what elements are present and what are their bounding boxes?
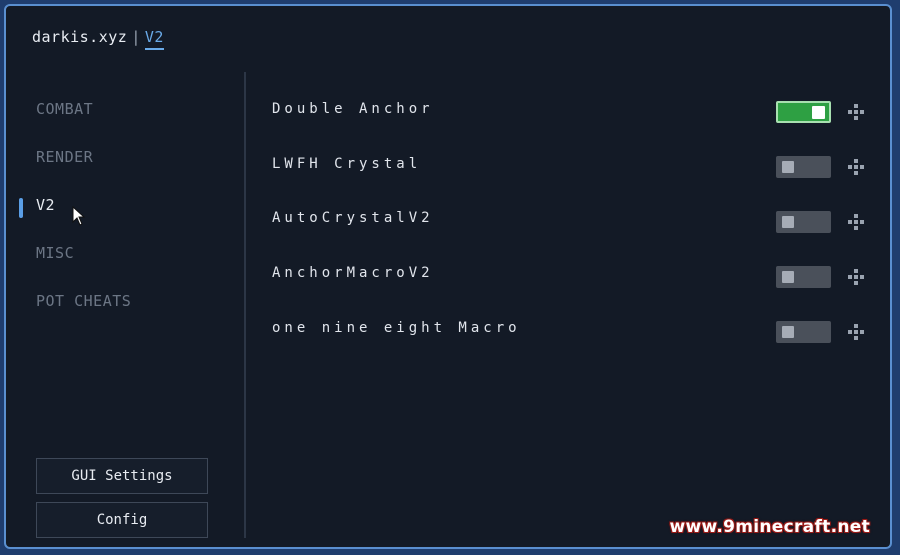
category-render[interactable]: RENDER [36,148,93,166]
module-toggle-one-nine-eight-macro[interactable] [776,321,831,343]
move-icon[interactable] [847,103,865,121]
active-category-indicator [19,198,23,218]
gui-settings-button[interactable]: GUI Settings [36,458,208,494]
category-pot-cheats[interactable]: POT CHEATS [36,292,131,310]
toggle-knob [812,106,825,119]
config-button[interactable]: Config [36,502,208,538]
move-icon[interactable] [847,323,865,341]
version-label: V2 [144,28,164,50]
module-name: LWFH Crystal [272,156,422,172]
brand-separator: | [131,28,141,46]
move-icon[interactable] [847,158,865,176]
sidebar-divider [244,72,246,538]
module-name: one nine eight Macro [272,320,521,336]
category-misc[interactable]: MISC [36,244,74,262]
module-name: AnchorMacroV2 [272,265,434,281]
module-toggle-anchormacrov2[interactable] [776,266,831,288]
clickgui-window: darkis.xyz | V2 COMBAT RENDER V2 MISC POT … [4,4,892,549]
toggle-knob [782,271,794,283]
toggle-knob [782,216,794,228]
module-toggle-autocrystalv2[interactable] [776,211,831,233]
module-name: AutoCrystalV2 [272,210,434,226]
toggle-knob [782,161,794,173]
mouse-pointer-icon [72,206,86,226]
watermark: www.9minecraft.net [669,517,870,537]
module-name: Double Anchor [272,101,434,117]
move-icon[interactable] [847,213,865,231]
module-toggle-double-anchor[interactable] [776,101,831,123]
category-v2[interactable]: V2 [36,196,55,214]
brand-name: darkis.xyz [32,28,128,46]
module-toggle-lwfh-crystal[interactable] [776,156,831,178]
move-icon[interactable] [847,268,865,286]
brand-title: darkis.xyz | V2 [32,28,164,50]
toggle-knob [782,326,794,338]
category-combat[interactable]: COMBAT [36,100,93,118]
